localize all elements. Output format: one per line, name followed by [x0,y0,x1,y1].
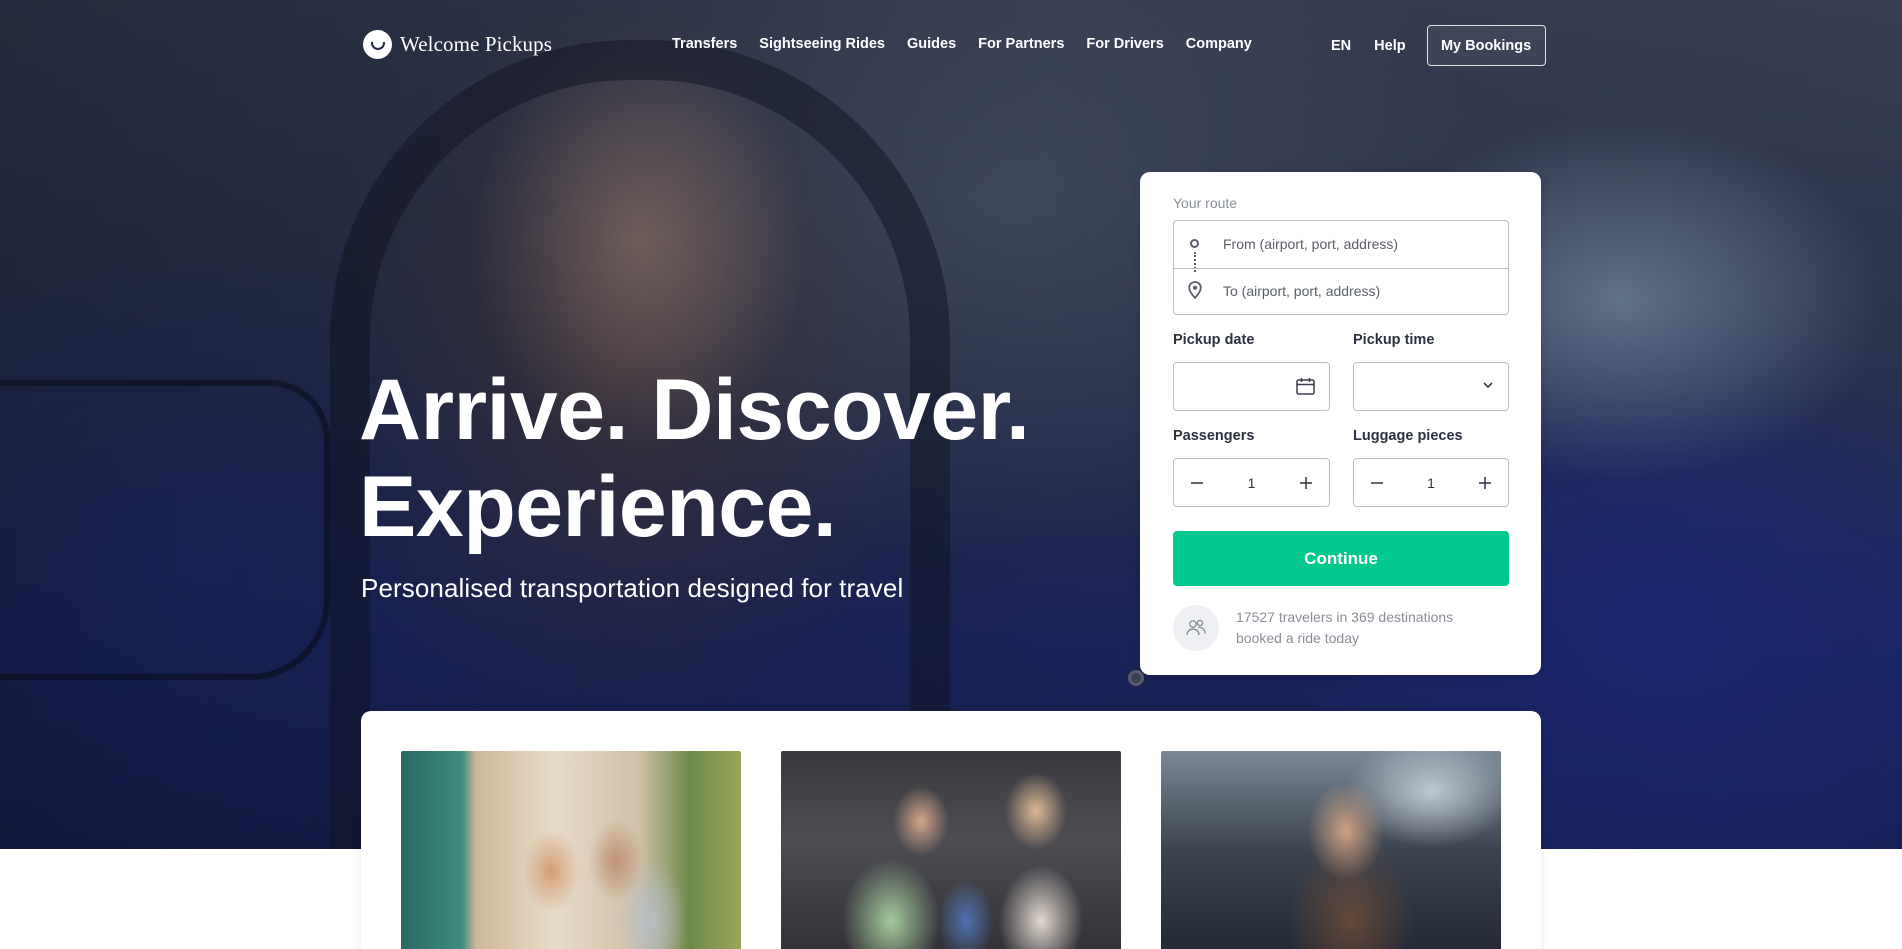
passengers-label: Passengers [1173,428,1255,444]
travelers-stats-text: 17527 travelers in 369 destinations book… [1236,609,1454,646]
nav-item-guides[interactable]: Guides [907,36,956,52]
my-bookings-button[interactable]: My Bookings [1426,25,1546,66]
language-selector[interactable]: EN [1331,38,1351,54]
passengers-increment-button[interactable] [1297,474,1315,492]
from-input[interactable]: From (airport, port, address) [1223,236,1398,252]
service-photo-family[interactable] [781,751,1121,949]
header-actions: EN Help My Bookings [1331,25,1546,66]
pickup-date-input[interactable] [1173,362,1330,411]
nav-item-for-partners[interactable]: For Partners [978,36,1064,52]
brand-name: Welcome Pickups [400,32,553,56]
services-card [361,711,1541,949]
nav-item-sightseeing-rides[interactable]: Sightseeing Rides [759,36,885,52]
plus-icon [1478,476,1491,489]
passengers-stepper: 1 [1173,458,1330,507]
passengers-value: 1 [1247,474,1256,491]
luggage-increment-button[interactable] [1476,474,1494,492]
calendar-icon [1296,378,1315,395]
minus-icon [1371,481,1383,484]
minus-icon [1191,481,1203,484]
route-connector [1194,252,1196,272]
route-divider [1174,268,1508,269]
logo-link[interactable]: Welcome Pickups [363,30,552,59]
service-photo-greeting[interactable] [401,751,741,949]
plus-icon [1299,476,1312,489]
site-header: Welcome Pickups Transfers Sightseeing Ri… [0,0,1902,90]
service-photo-traveler[interactable] [1161,751,1501,949]
route-input-group: From (airport, port, address) To (airpor… [1173,220,1509,315]
to-input[interactable]: To (airport, port, address) [1223,283,1380,299]
location-pin-icon [1188,281,1202,299]
scroll-indicator[interactable] [1128,670,1144,686]
hero-subtitle: Personalised transportation designed for… [361,573,904,603]
continue-button[interactable]: Continue [1173,531,1509,586]
luggage-label: Luggage pieces [1353,428,1463,444]
hero-title: Arrive. Discover. Experience. [359,362,1079,556]
nav-item-transfers[interactable]: Transfers [672,36,737,52]
nav-item-for-drivers[interactable]: For Drivers [1086,36,1163,52]
booking-form-card: Your route From (airport, port, address)… [1140,172,1541,675]
chevron-down-icon [1483,382,1493,389]
hero-title-line-1: Arrive. Discover. [359,362,1030,458]
pickup-date-label: Pickup date [1173,332,1255,348]
welcome-pickups-logo-icon [363,30,392,59]
luggage-stepper: 1 [1353,458,1509,507]
pickup-time-select[interactable] [1353,362,1509,411]
route-label: Your route [1173,195,1238,211]
pickup-time-label: Pickup time [1353,332,1435,348]
travelers-icon [1173,605,1219,651]
luggage-decrement-button[interactable] [1368,474,1386,492]
nav-item-company[interactable]: Company [1186,36,1252,52]
hero-title-line-2: Experience. [359,459,837,555]
help-link[interactable]: Help [1374,38,1405,54]
passengers-decrement-button[interactable] [1188,474,1206,492]
origin-dot-icon [1190,239,1199,248]
main-nav: Transfers Sightseeing Rides Guides For P… [672,36,1274,52]
luggage-value: 1 [1427,474,1435,491]
